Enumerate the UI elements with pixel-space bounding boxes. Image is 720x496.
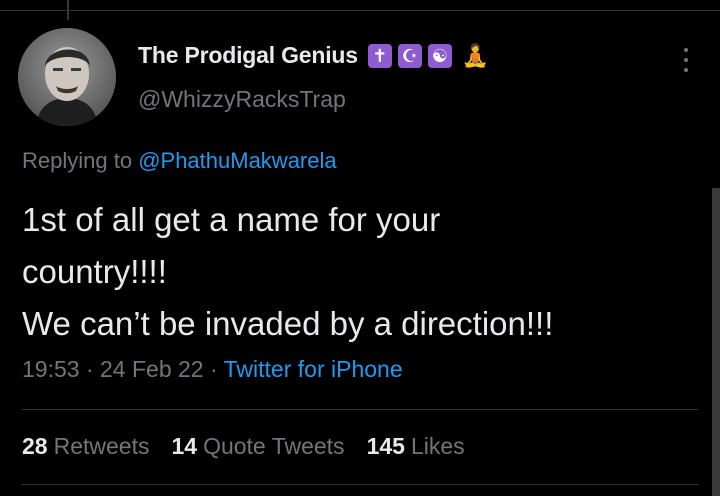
author-avatar[interactable] — [18, 28, 116, 126]
avatar-portrait-image — [18, 28, 116, 126]
engagement-stats: 28 Retweets 14 Quote Tweets 145 Likes — [22, 433, 465, 460]
likes-stat[interactable]: 145 Likes — [367, 433, 465, 460]
more-options-icon[interactable] — [676, 45, 696, 75]
yin-yang-badge-icon: ☯ — [427, 43, 452, 68]
top-divider — [0, 10, 720, 11]
more-dot — [684, 68, 688, 72]
more-dot — [684, 58, 688, 62]
meta-separator: · — [203, 356, 224, 382]
tweet-text: 1st of all get a name for your country!!… — [22, 194, 702, 350]
page-scrollbar[interactable] — [712, 188, 720, 496]
retweets-count: 28 — [22, 433, 48, 459]
quote-tweets-label: Quote Tweets — [203, 433, 345, 459]
author-display-name[interactable]: The Prodigal Genius — [138, 42, 358, 69]
reply-mention-link[interactable]: @PhathuMakwarela — [138, 148, 336, 173]
retweets-label: Retweets — [53, 433, 150, 459]
tweet-text-line: We can’t be invaded by a direction!!! — [22, 305, 554, 342]
retweets-stat[interactable]: 28 Retweets — [22, 433, 149, 460]
stats-bottom-divider — [22, 484, 698, 485]
thread-connector-line — [67, 0, 69, 20]
tweet-source-link[interactable]: Twitter for iPhone — [224, 356, 403, 382]
quote-tweets-count: 14 — [171, 433, 198, 459]
replying-to-label: Replying to — [22, 148, 139, 173]
author-handle[interactable]: @WhizzyRacksTrap — [138, 86, 346, 113]
tweet-text-line: country!!!! — [22, 253, 167, 290]
replying-to-line: Replying to @PhathuMakwarela — [22, 148, 337, 174]
stats-top-divider — [22, 409, 698, 410]
tweet-text-line: 1st of all get a name for your — [22, 201, 441, 238]
tweet-date[interactable]: 24 Feb 22 — [100, 356, 204, 382]
latin-cross-badge-icon: ✝ — [367, 43, 392, 68]
likes-count: 145 — [366, 433, 405, 459]
tweet-metadata: 19:53 · 24 Feb 22 · Twitter for iPhone — [22, 356, 403, 383]
meditation-emoji-icon: 🧘 — [461, 42, 490, 68]
likes-label: Likes — [410, 433, 465, 459]
author-name-row: The Prodigal Genius ✝ ☪ ☯ 🧘 — [138, 42, 489, 69]
more-dot — [684, 48, 688, 52]
quote-tweets-stat[interactable]: 14 Quote Tweets — [171, 433, 344, 460]
tweet-time[interactable]: 19:53 — [22, 356, 80, 382]
meta-separator: · — [79, 356, 101, 382]
star-crescent-badge-icon: ☪ — [397, 43, 422, 68]
